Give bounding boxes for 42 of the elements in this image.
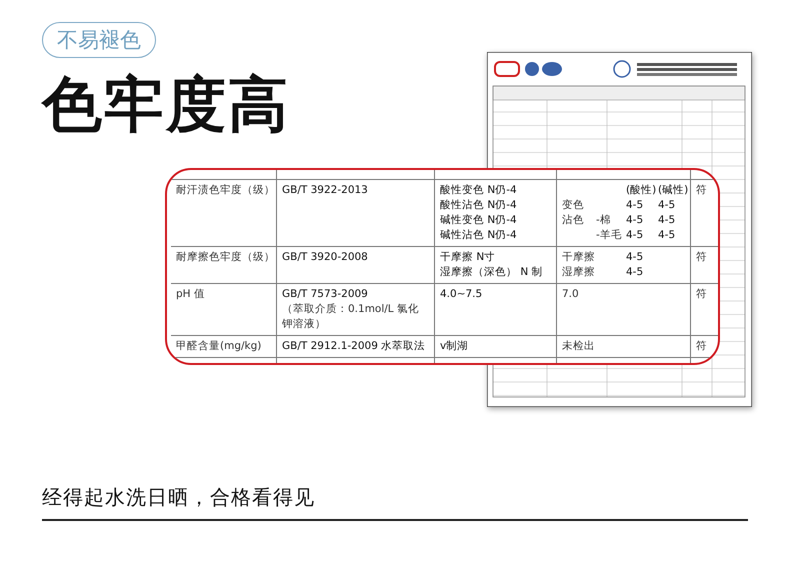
tag-label: 不易褪色: [42, 22, 156, 58]
table-cell-text: 酸性沾色 N仍-4: [440, 198, 518, 213]
table-cell-text: 4.0~7.5: [440, 287, 484, 302]
table-cell-text: 甲醛含量(mg/kg): [176, 339, 262, 354]
table-cell-text: v制湖: [440, 339, 470, 354]
table-cell: 未检出: [562, 340, 595, 352]
table-cell: 4-5: [658, 214, 676, 226]
table-cell: (碱性): [658, 184, 688, 196]
table-cell-text: 符: [696, 183, 708, 198]
table-cell-text: 湿摩擦（深色） N 制: [440, 265, 544, 280]
table-cell-text: GB/T 7573-2009: [282, 287, 369, 302]
table-cell-text: 碱性变色 N仍-4: [440, 213, 518, 228]
table-cell-text: 符: [696, 250, 708, 265]
table-cell-text: GB/T 2912.1-2009 水萃取法: [282, 339, 426, 354]
table-cell-text: GB/T 3922-2013: [282, 183, 369, 198]
table-cell: 4-5: [658, 229, 676, 241]
table-cell: 沾色: [562, 214, 584, 226]
table-cell: (酸性): [626, 184, 656, 196]
table-cell-text: 符: [696, 339, 708, 354]
table-cell: 4-5: [626, 199, 644, 211]
table-cell-text: pH 值: [176, 287, 206, 302]
table-cell: 耐汗渍色牢度（级）: [176, 183, 271, 198]
table-cell: 变色: [562, 199, 584, 211]
table-cell-text: 碱性沾色 N仍-4: [440, 228, 518, 243]
table-cell-text: （萃取介质：0.1mol/L 氯化钾溶液）: [282, 302, 420, 332]
table-cell: 耐摩擦色牢度（级）: [176, 250, 271, 265]
table-cell: 7.0: [562, 288, 579, 300]
table-cell: 4-5: [658, 199, 676, 211]
table-cell: 4-5: [626, 229, 644, 241]
slogan-text: 经得起水洗日晒，合格看得见: [42, 485, 315, 509]
table-cell: -棉: [596, 214, 611, 226]
table-cell: 4-5: [626, 214, 644, 226]
table-cell-text: GB/T 3920-2008: [282, 250, 369, 265]
table-cell-text: 符: [696, 287, 708, 302]
table-cell: 4-5: [626, 251, 644, 263]
table-cell: 4-5: [626, 266, 644, 278]
table-cell: -羊毛: [596, 229, 622, 241]
page-title: 色牢度高: [42, 69, 291, 142]
table-cell-text: 干摩擦 N寸: [440, 250, 496, 265]
table-cell: 湿摩擦: [562, 266, 595, 278]
table-cell: 干摩擦: [562, 251, 595, 263]
table-cell-text: 酸性变色 N仍-4: [440, 183, 518, 198]
